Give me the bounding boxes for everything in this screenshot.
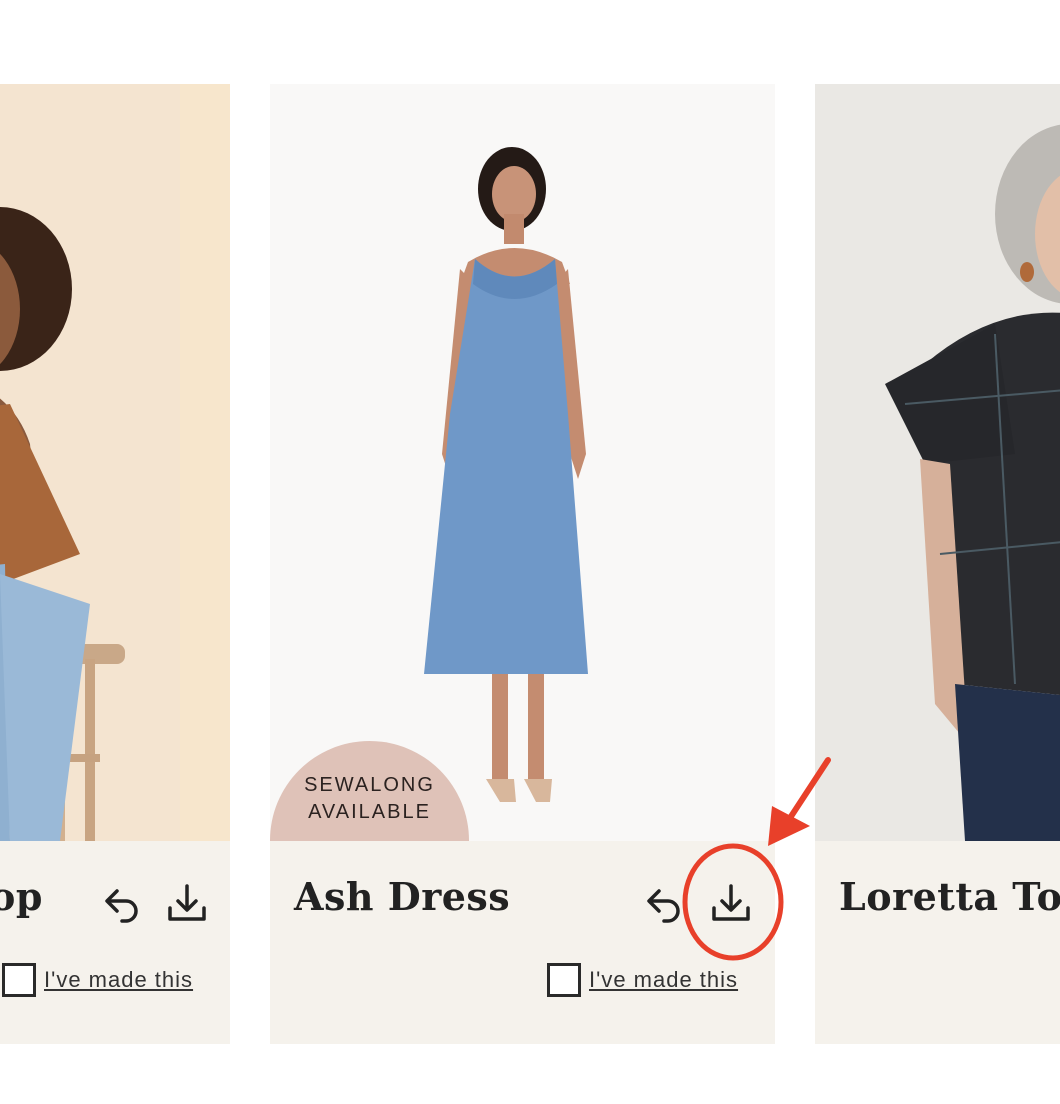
download-button[interactable] xyxy=(165,881,209,925)
made-this-toggle[interactable]: I've made this xyxy=(547,961,738,999)
product-image[interactable] xyxy=(0,84,230,841)
pattern-carousel: op I've made this SEWALONG AVAILABLE Ash… xyxy=(0,0,1060,1104)
model-photo xyxy=(270,84,775,841)
pattern-card[interactable]: op I've made this xyxy=(0,84,230,1044)
product-image[interactable]: SEWALONG AVAILABLE xyxy=(270,84,775,841)
download-button[interactable] xyxy=(709,881,753,925)
share-button[interactable] xyxy=(100,881,144,925)
sewalong-badge: SEWALONG AVAILABLE xyxy=(270,741,469,841)
pattern-title[interactable]: Ash Dress xyxy=(294,874,510,919)
made-this-label[interactable]: I've made this xyxy=(44,967,193,993)
share-button[interactable] xyxy=(642,881,686,925)
made-this-checkbox[interactable] xyxy=(2,963,36,997)
pattern-title[interactable]: Loretta Top xyxy=(839,874,1060,919)
made-this-toggle[interactable]: I've made this xyxy=(2,961,193,999)
pattern-title[interactable]: op xyxy=(0,874,43,919)
pattern-card[interactable]: SEWALONG AVAILABLE Ash Dress I've made t… xyxy=(270,84,775,1044)
download-icon xyxy=(168,884,206,921)
product-image[interactable] xyxy=(815,84,1060,841)
badge-line-1: SEWALONG xyxy=(304,774,435,796)
share-icon xyxy=(105,889,138,923)
pattern-card[interactable]: Loretta Top xyxy=(815,84,1060,1044)
made-this-label[interactable]: I've made this xyxy=(589,967,738,993)
model-photo xyxy=(0,84,230,841)
made-this-checkbox[interactable] xyxy=(547,963,581,997)
model-photo xyxy=(815,84,1060,841)
badge-line-2: AVAILABLE xyxy=(308,801,431,823)
share-icon xyxy=(647,889,680,923)
download-icon xyxy=(712,884,750,921)
